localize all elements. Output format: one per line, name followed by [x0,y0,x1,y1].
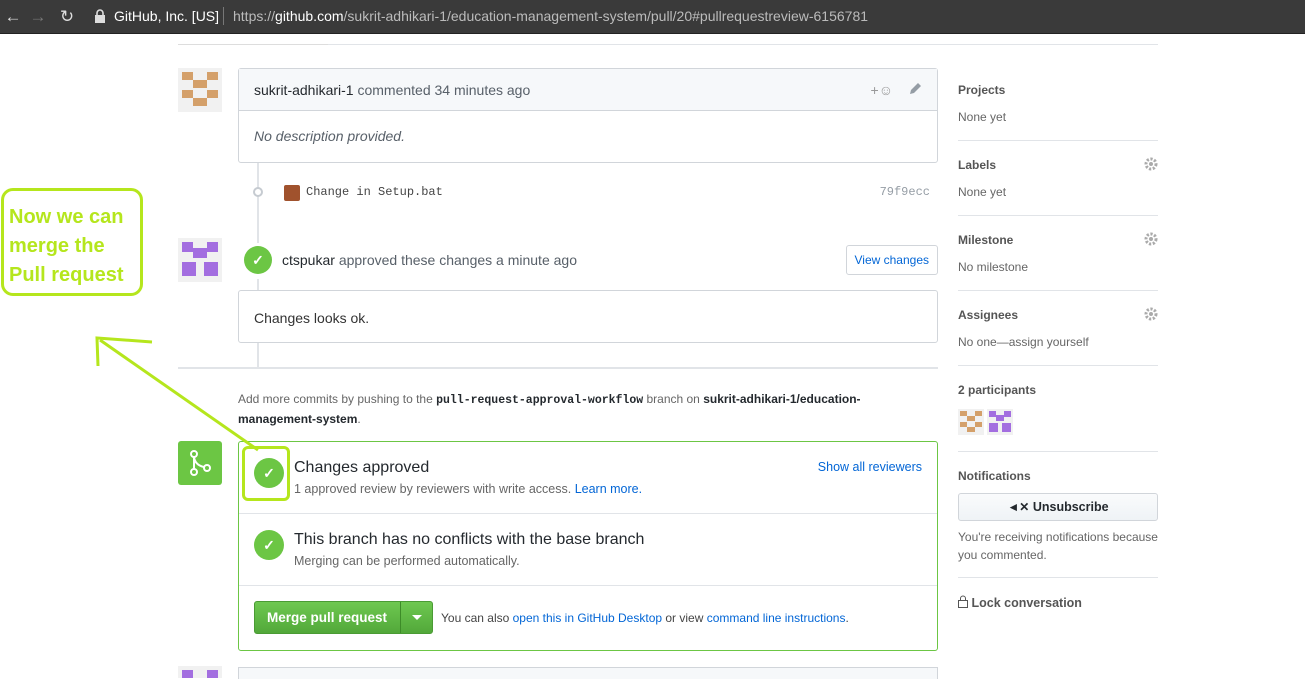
annotation-arrow [95,336,259,452]
